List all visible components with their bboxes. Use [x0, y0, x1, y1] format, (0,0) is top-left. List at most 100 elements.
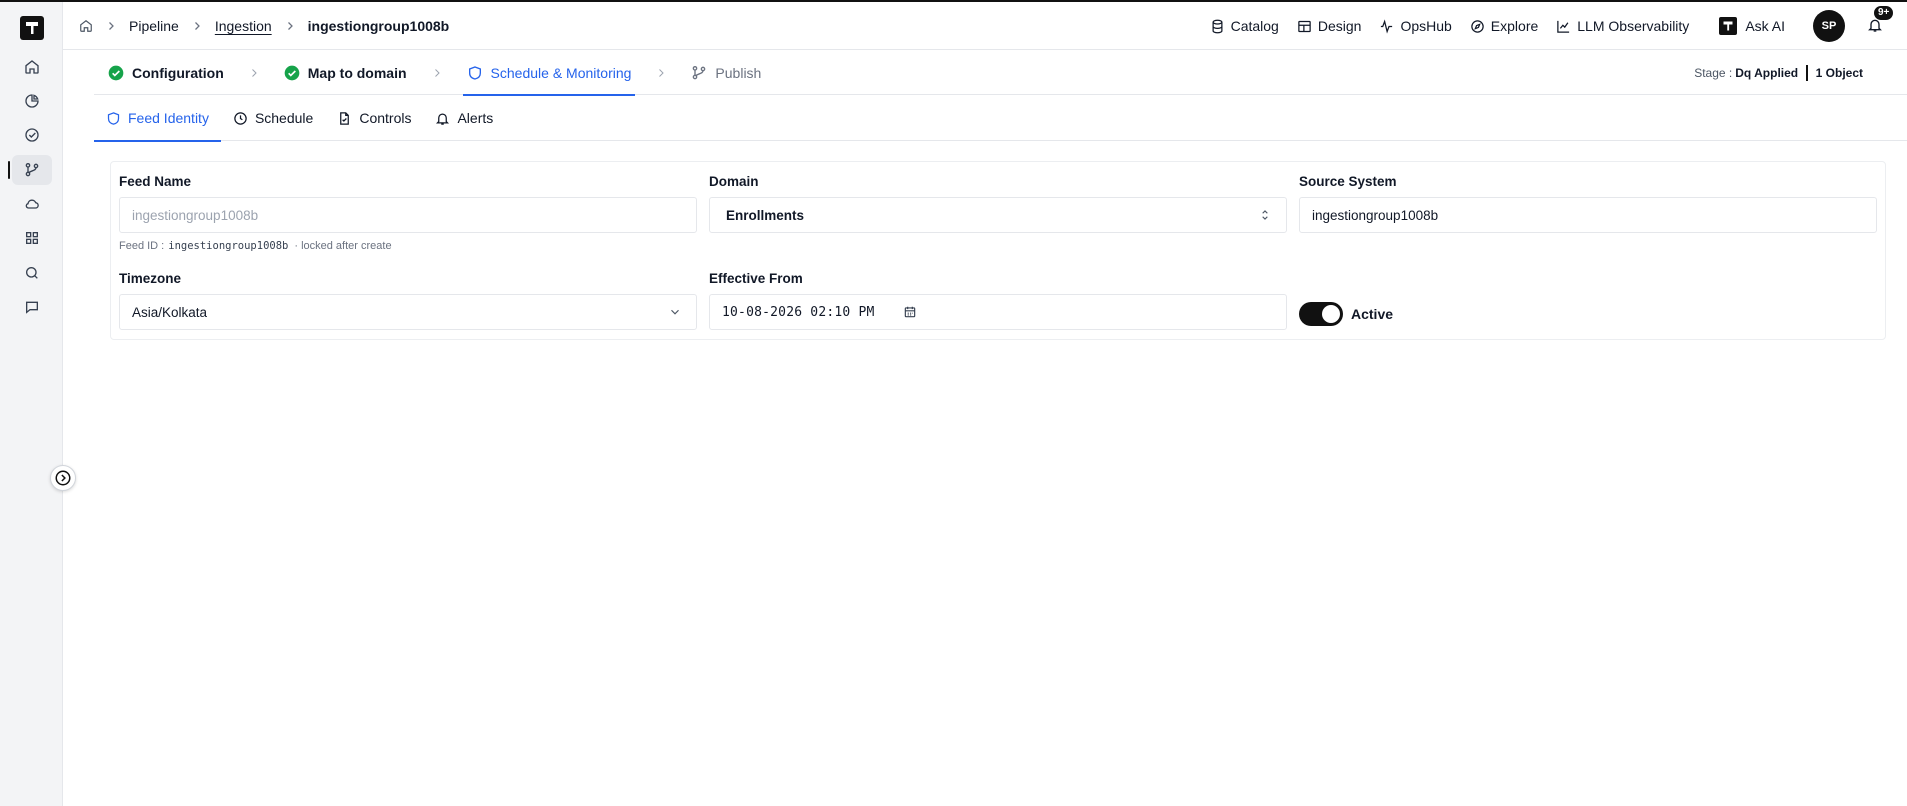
stage-info: Stage : Dq Applied 1 Object [1694, 50, 1863, 95]
nav-llm-observability-label: LLM Observability [1577, 18, 1690, 34]
timezone-select[interactable]: Asia/Kolkata [119, 294, 697, 330]
feed-id-value: ingestiongroup1008b [168, 240, 289, 252]
notifications-button[interactable]: 9+ [1867, 5, 1895, 35]
active-toggle-label: Active [1351, 306, 1394, 322]
cloud-icon [25, 199, 39, 209]
step-map-to-domain-label: Map to domain [307, 64, 407, 81]
git-branch-icon [25, 163, 39, 177]
shield-icon [107, 111, 120, 125]
sidebar-pipeline-button[interactable] [8, 155, 52, 185]
top-header: Pipeline Ingestion ingestiongroup1008b C… [63, 2, 1907, 50]
sidebar-messages-button[interactable] [12, 292, 52, 322]
tab-controls-label: Controls [359, 110, 412, 126]
section-tabs: Feed Identity Schedule Controls Alerts [94, 95, 1907, 142]
shield-icon [468, 65, 481, 80]
wizard-step-row: Configuration Map to domain Schedule & M… [108, 50, 761, 96]
chevron-right-icon [434, 68, 440, 77]
home-icon [25, 60, 39, 74]
pie-chart-icon [25, 94, 39, 108]
step-schedule-monitoring[interactable]: Schedule & Monitoring [462, 50, 636, 96]
tab-controls[interactable]: Controls [325, 95, 423, 141]
breadcrumb-separator [191, 20, 203, 32]
nav-opshub-label: OpsHub [1400, 18, 1452, 34]
activity-icon [1381, 18, 1393, 34]
nav-explore[interactable]: Explore [1470, 18, 1538, 34]
domain-selected-value: Enrollments [726, 207, 805, 223]
sidebar-apps-button[interactable] [12, 223, 52, 253]
calendar-icon[interactable] [903, 305, 917, 319]
source-system-field: Source System ingestiongroup1008b [1299, 174, 1877, 233]
ask-ai-button[interactable]: Ask AI [1719, 17, 1785, 35]
database-icon [1212, 19, 1223, 33]
check-circle-filled-icon [284, 65, 300, 80]
breadcrumb-separator [284, 20, 296, 32]
file-check-icon [340, 111, 350, 125]
sidebar [0, 2, 63, 806]
nav-design[interactable]: Design [1297, 18, 1362, 34]
sidebar-search-button[interactable] [12, 258, 52, 288]
object-count: 1 Object [1815, 65, 1863, 80]
step-separator [248, 67, 260, 79]
message-icon [26, 301, 38, 314]
active-toggle[interactable] [1299, 302, 1343, 326]
chevron-right-icon [109, 22, 114, 30]
chevron-down-icon [671, 309, 679, 315]
user-avatar[interactable]: SP [1813, 10, 1845, 42]
step-schedule-monitoring-label: Schedule & Monitoring [490, 64, 632, 81]
sidebar-expand-button[interactable] [50, 465, 76, 491]
breadcrumb-ingestion[interactable]: Ingestion [215, 18, 272, 34]
nav-catalog[interactable]: Catalog [1210, 18, 1279, 34]
breadcrumb-home[interactable] [79, 19, 93, 33]
step-configuration[interactable]: Configuration [108, 50, 224, 95]
effective-from-input[interactable]: 10-08-2026 02:10 PM [709, 294, 1287, 330]
nav-design-label: Design [1317, 18, 1362, 34]
tab-schedule[interactable]: Schedule [221, 95, 325, 141]
chevron-right-icon [251, 68, 257, 77]
chevrons-up-down-icon [1262, 210, 1268, 220]
app-logo[interactable] [20, 16, 44, 40]
tab-alerts[interactable]: Alerts [423, 95, 505, 141]
hammer-icon [1723, 21, 1733, 31]
step-publish-label: Publish [715, 64, 762, 81]
git-branch-icon [693, 65, 706, 79]
chevron-right-icon [659, 68, 665, 77]
effective-from-label: Effective From [709, 271, 803, 286]
stage-value: Dq Applied [1735, 65, 1799, 80]
clock-icon [234, 111, 247, 125]
sidebar-home-button[interactable] [12, 52, 52, 82]
feed-id-hint-suffix: · locked after create [294, 240, 392, 252]
tab-feed-identity[interactable]: Feed Identity [94, 95, 221, 142]
breadcrumb-current: ingestiongroup1008b [307, 18, 450, 34]
check-circle-icon [25, 128, 39, 142]
domain-select[interactable]: Enrollments [709, 197, 1287, 233]
breadcrumb-separator [105, 20, 117, 32]
source-system-label: Source System [1299, 174, 1397, 189]
step-configuration-label: Configuration [132, 64, 224, 81]
nav-llm-observability[interactable]: LLM Observability [1556, 18, 1689, 34]
home-icon [80, 20, 92, 32]
nav-opshub[interactable]: OpsHub [1379, 18, 1452, 34]
sidebar-analytics-button[interactable] [12, 86, 52, 116]
search-icon [26, 267, 38, 279]
breadcrumb-pipeline[interactable]: Pipeline [129, 18, 179, 34]
effective-from-value: 10-08-2026 02:10 PM [722, 304, 875, 320]
timezone-label: Timezone [119, 271, 182, 286]
wizard-steps: Configuration Map to domain Schedule & M… [94, 50, 1907, 96]
breadcrumb: Pipeline Ingestion ingestiongroup1008b [79, 2, 449, 50]
nav-explore-label: Explore [1490, 18, 1539, 34]
top-nav: Catalog Design OpsHub Explore LLM Observ… [1192, 2, 1895, 50]
line-chart-icon [1557, 20, 1570, 33]
source-system-input[interactable]: ingestiongroup1008b [1299, 197, 1877, 233]
effective-from-field: Effective From 10-08-2026 02:10 PM [709, 271, 1287, 330]
nav-catalog-label: Catalog [1230, 18, 1279, 34]
sidebar-cloud-button[interactable] [12, 189, 52, 219]
feed-name-input[interactable]: ingestiongroup1008b [119, 197, 697, 233]
stage-divider [1806, 64, 1808, 81]
step-map-to-domain[interactable]: Map to domain [284, 50, 407, 95]
step-separator [655, 67, 667, 79]
chevron-right-circle-icon [55, 470, 71, 486]
step-publish[interactable]: Publish [691, 50, 761, 95]
sidebar-quality-button[interactable] [12, 120, 52, 150]
compass-icon [1471, 19, 1484, 33]
domain-label: Domain [709, 174, 759, 189]
